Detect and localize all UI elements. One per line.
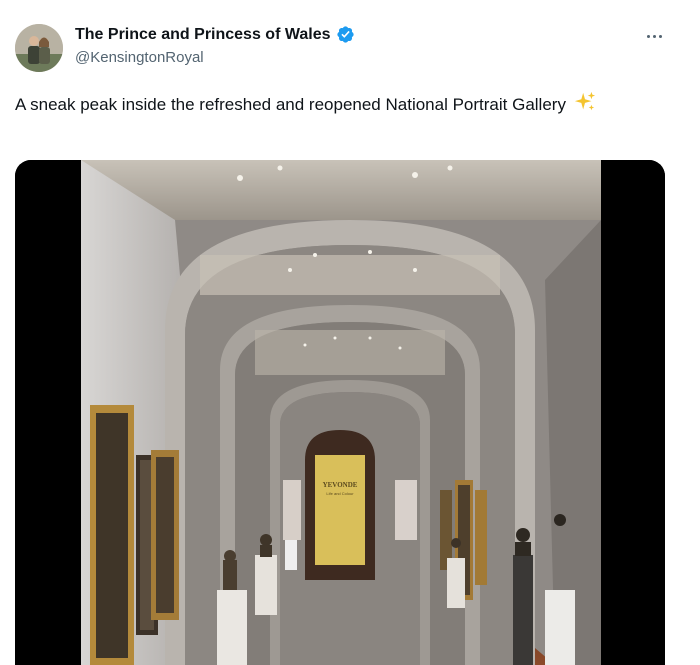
banner-subtitle: Life and Colour bbox=[326, 491, 354, 496]
user-handle[interactable]: @KensingtonRoyal bbox=[75, 49, 204, 66]
display-name[interactable]: The Prince and Princess of Wales bbox=[75, 26, 331, 44]
tweet-body: A sneak peak inside the refreshed and re… bbox=[15, 95, 566, 114]
gallery-photo: YEVONDE Life and Colour bbox=[15, 160, 665, 665]
more-horizontal-icon bbox=[646, 34, 650, 38]
more-options-button[interactable] bbox=[640, 24, 668, 48]
tweet-media-video[interactable]: YEVONDE Life and Colour bbox=[15, 160, 665, 665]
avatar-image bbox=[15, 24, 63, 72]
avatar[interactable] bbox=[15, 24, 63, 72]
banner-title: YEVONDE bbox=[323, 481, 358, 489]
sparkles-icon bbox=[574, 91, 596, 121]
verified-badge-icon bbox=[336, 25, 355, 44]
tweet-card[interactable]: The Prince and Princess of Wales @Kensin… bbox=[0, 0, 700, 665]
tweet-text: A sneak peak inside the refreshed and re… bbox=[15, 91, 655, 121]
